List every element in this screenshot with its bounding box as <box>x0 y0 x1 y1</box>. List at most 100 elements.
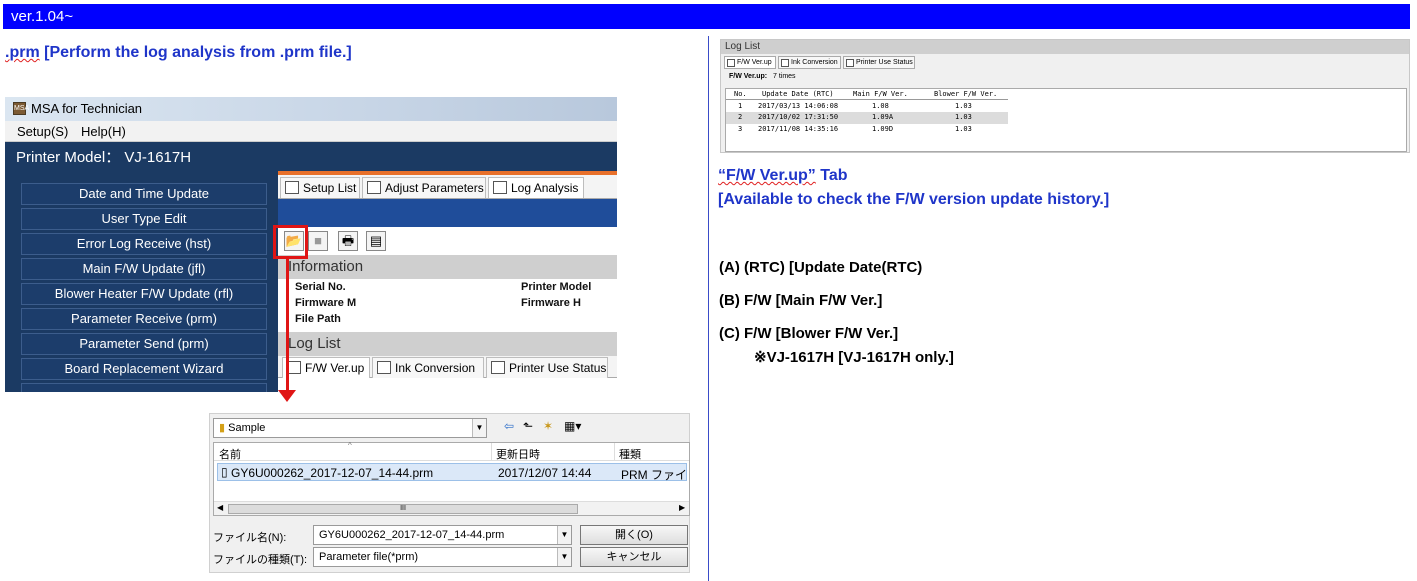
list-icon <box>367 181 381 194</box>
heading-prefix: .prm <box>5 44 40 61</box>
fw-table: No. Update Date (RTC) Main F/W Ver. Blow… <box>725 88 1407 152</box>
msa-titlebar: MSA MSA for Technician <box>5 97 617 121</box>
sidebar-user-type-edit[interactable]: User Type Edit <box>21 208 267 230</box>
file-date: 2017/12/07 14:44 <box>498 466 592 480</box>
folder-dropdown[interactable]: ▮ Sample ▼ <box>213 418 487 438</box>
cell-main-fw: 1.08 <box>872 102 889 110</box>
cell-blower-fw: 1.03 <box>955 102 972 110</box>
filetype-label: ファイルの種類(T): <box>213 554 308 566</box>
column-divider <box>708 36 709 581</box>
tab-title: “F/W Ver.up” Tab <box>718 167 848 185</box>
tab-adjust-parameters[interactable]: Adjust Parameters <box>362 177 486 198</box>
section-heading: .prm [Perform the log analysis from .prm… <box>5 44 352 62</box>
scroll-right-icon[interactable]: ▶ <box>679 503 685 512</box>
tab-setup-list[interactable]: Setup List <box>280 177 360 198</box>
table-icon <box>287 361 301 374</box>
scroll-thumb[interactable]: III <box>228 504 578 514</box>
tab-label: Printer Use Status <box>856 59 913 66</box>
firmware-h-label: Firmware H <box>521 297 581 309</box>
file-row[interactable]: ▯ GY6U000262_2017-12-07_14-44.prm 2017/1… <box>217 463 687 482</box>
view-menu-icon[interactable]: ▦▾ <box>564 419 581 433</box>
sidebar-board-replacement[interactable]: Board Replacement Wizard <box>21 358 267 380</box>
item-c: (C) F/W [Blower F/W Ver.] <box>719 325 899 342</box>
filename-value: GY6U000262_2017-12-07_14-44.prm <box>319 529 505 541</box>
sidebar-parameter-receive[interactable]: Parameter Receive (prm) <box>21 308 267 330</box>
cell-no: 1 <box>738 102 743 110</box>
folder-name: Sample <box>228 422 266 434</box>
tab-bar: Setup List Adjust Parameters Log Analysi… <box>278 175 617 199</box>
sidebar-error-log-receive[interactable]: Error Log Receive (hst) <box>21 233 267 255</box>
file-icon: ▯ <box>221 465 228 479</box>
tab-printer-use-status[interactable]: Printer Use Status <box>486 357 608 378</box>
sidebar-date-time-update[interactable]: Date and Time Update <box>21 183 267 205</box>
fw-count-label: F/W Ver.up: <box>729 73 768 80</box>
tab-ink-conversion[interactable]: Ink Conversion <box>778 56 841 69</box>
cell-blower-fw: 1.03 <box>955 113 972 121</box>
open-button[interactable]: 開く(O) <box>580 525 688 545</box>
tab-fw-verup[interactable]: F/W Ver.up <box>282 357 370 378</box>
highlight-box <box>273 225 308 259</box>
table-header: No. Update Date (RTC) Main F/W Ver. Blow… <box>726 89 1008 100</box>
cell-date: 2017/03/13 14:06:08 <box>758 102 839 110</box>
filename-input[interactable]: GY6U000262_2017-12-07_14-44.prm ▼ <box>313 525 572 545</box>
tab-label: Ink Conversion <box>791 59 838 66</box>
sidebar-main-fw-update[interactable]: Main F/W Update (jfl) <box>21 258 267 280</box>
table-icon <box>727 59 735 67</box>
file-path-label: File Path <box>295 313 341 325</box>
table-row[interactable]: 1 2017/03/13 14:06:08 1.08 1.03 <box>726 101 1008 112</box>
sidebar-blower-fw-update[interactable]: Blower Heater F/W Update (rfl) <box>21 283 267 305</box>
up-folder-icon[interactable]: ⬑ <box>523 419 533 433</box>
arrow-down-icon <box>278 390 296 402</box>
back-icon[interactable]: ⇦ <box>504 419 514 433</box>
item-b: (B) F/W [Main F/W Ver.] <box>719 292 883 309</box>
col-blower-fw: Blower F/W Ver. <box>934 90 998 98</box>
tab-label: F/W Ver.up <box>737 59 772 66</box>
sidebar-next-item[interactable] <box>21 383 267 392</box>
sidebar-parameter-send[interactable]: Parameter Send (prm) <box>21 333 267 355</box>
item-a: (A) (RTC) [Update Date(RTC) <box>719 259 923 276</box>
folder-icon: ▮ <box>219 422 226 434</box>
cancel-button[interactable]: キャンセル <box>580 547 688 567</box>
cell-no: 2 <box>738 113 743 121</box>
printer-icon[interactable]: 🖶 <box>338 231 358 251</box>
scroll-left-icon[interactable]: ◀ <box>217 503 223 512</box>
tab-label: Log Analysis <box>511 181 579 195</box>
tab-log-analysis[interactable]: Log Analysis <box>488 177 584 198</box>
information-header: Information <box>278 255 617 279</box>
fw-count-value: 7 times <box>773 73 796 80</box>
arrow-line <box>286 259 289 393</box>
serial-label: Serial No. <box>295 281 346 293</box>
column-divider <box>491 443 492 461</box>
table-icon <box>781 59 789 67</box>
menu-setup[interactable]: Setup(S) <box>17 121 68 142</box>
tab-label: Setup List <box>303 181 357 195</box>
column-date[interactable]: 更新日時 <box>496 446 540 462</box>
col-update-date: Update Date (RTC) <box>762 90 834 98</box>
cell-blower-fw: 1.03 <box>955 125 972 133</box>
stop-icon[interactable]: ■ <box>308 231 328 251</box>
window-icon[interactable]: ▤ <box>366 231 386 251</box>
table-row[interactable]: 2 2017/10/02 17:31:50 1.09A 1.03 <box>726 112 1008 124</box>
tab-printer-use-status[interactable]: Printer Use Status <box>843 56 915 69</box>
horizontal-scrollbar[interactable]: ◀ III ▶ <box>214 501 689 515</box>
tab-ink-conversion[interactable]: Ink Conversion <box>372 357 484 378</box>
main-panel: Setup List Adjust Parameters Log Analysi… <box>278 175 617 392</box>
heading-bracket: [Perform the log analysis from .prm file… <box>44 44 352 61</box>
column-type[interactable]: 種類 <box>619 446 641 462</box>
log-list-screenshot: Log List F/W Ver.up Ink Conversion Print… <box>720 39 1410 153</box>
cell-no: 3 <box>738 125 743 133</box>
new-folder-icon[interactable]: ✶ <box>543 419 553 433</box>
msa-window: MSA MSA for Technician Setup(S) Help(H) … <box>5 97 617 392</box>
table-row[interactable]: 3 2017/11/08 14:35:16 1.09D 1.03 <box>726 124 1008 135</box>
panel-header-strip <box>278 199 617 227</box>
app-icon: MSA <box>13 102 29 115</box>
log-list-title: Log List <box>721 40 1409 54</box>
column-name[interactable]: 名前 <box>219 446 241 462</box>
menu-bar: Setup(S) Help(H) <box>5 121 617 142</box>
cell-main-fw: 1.09D <box>872 125 894 133</box>
tab-fw-verup[interactable]: F/W Ver.up <box>724 56 776 69</box>
sort-ascending-icon: ^ <box>348 441 352 450</box>
filetype-select[interactable]: Parameter file(*prm) ▼ <box>313 547 572 567</box>
menu-help[interactable]: Help(H) <box>81 121 126 142</box>
printer-model-header: Printer Model： VJ-1617H <box>5 142 617 173</box>
